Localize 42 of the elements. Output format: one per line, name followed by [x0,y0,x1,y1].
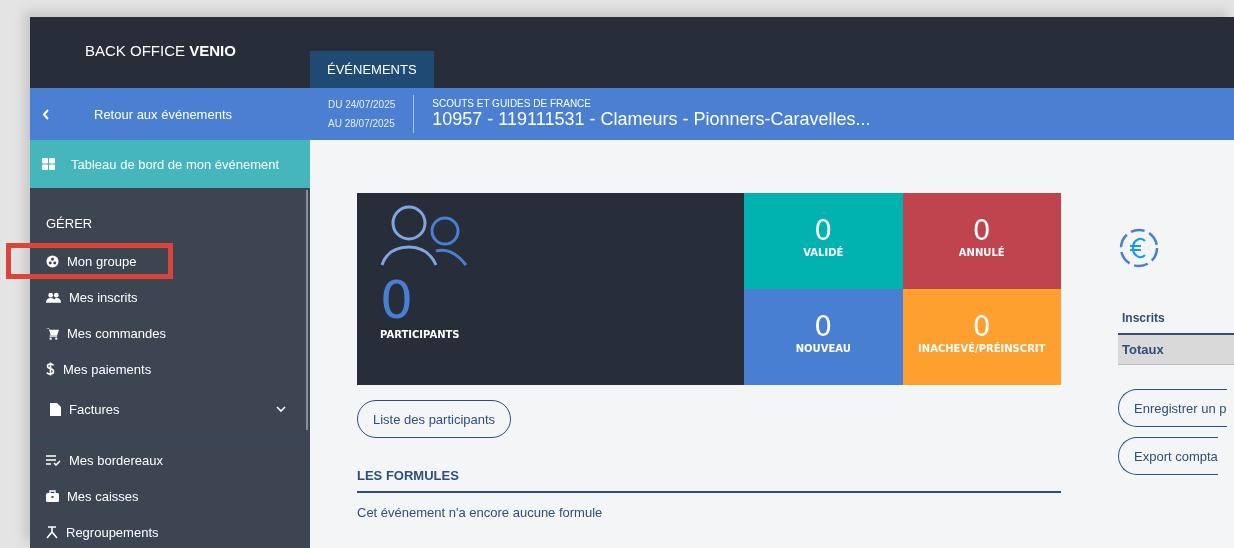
brand-logo: BACK OFFICE VENIO [85,42,236,59]
status-label: VALIDÉ [803,246,844,258]
document-icon [50,402,61,416]
group-icon [46,254,59,268]
status-count: 0 [972,214,991,247]
organization-name: SCOUTS ET GUIDES DE FRANCE [432,98,592,109]
empty-message: Cet événement n'a encore aucune formule [357,505,604,520]
cart-icon [46,326,59,340]
date-from: DU 24/07/2025 [328,98,396,112]
status-count: 0 [972,310,991,343]
participants-count: 0 [380,271,415,329]
sidebar-item[interactable]: Mes paiements [30,351,310,387]
status-count: 0 [814,310,833,343]
sidebar-item[interactable]: Mes inscrits [30,279,310,315]
dollar-icon [46,362,55,376]
status-label: ANNULÉ [958,246,1005,258]
sidebar-item[interactable]: Mes commandes [30,315,310,351]
participants-label: PARTICIPANTS [380,329,461,340]
event-title: 10957 - 119111531 - Clameurs - Pionners-Caravelles... [432,109,871,130]
back-link[interactable]: Retour aux événements [30,88,310,140]
table-cell: Totaux [1118,335,1234,365]
chevron-left-icon [42,108,49,120]
section-title: LES FORMULES [357,468,1061,493]
sidebar-item[interactable]: Mon groupe [6,243,173,279]
sidebar-item[interactable]: Mes bordereaux [30,442,310,478]
grid-icon [42,158,55,170]
section-heading: GÉRER [45,215,94,233]
sidebar-item[interactable]: Factures [30,387,310,431]
date-to: AU 28/07/2025 [328,117,396,131]
status-label: NOUVEAU [795,342,851,354]
people-icon [46,291,61,303]
briefcase-icon [46,490,59,502]
nav-tab[interactable]: ÉVÉNEMENTS [310,51,434,88]
sidebar-item[interactable]: Mes caisses [30,478,310,514]
status-count: 0 [814,214,833,247]
sidebar-item[interactable]: Regroupements [30,514,310,548]
euro-icon [1118,227,1160,269]
merge-icon [46,525,58,539]
status-label: INACHEVÉ/PRÉINSCRIT [918,342,1046,354]
users-icon [380,205,468,267]
chevron-down-icon [276,406,286,412]
list-check-icon [46,454,61,466]
